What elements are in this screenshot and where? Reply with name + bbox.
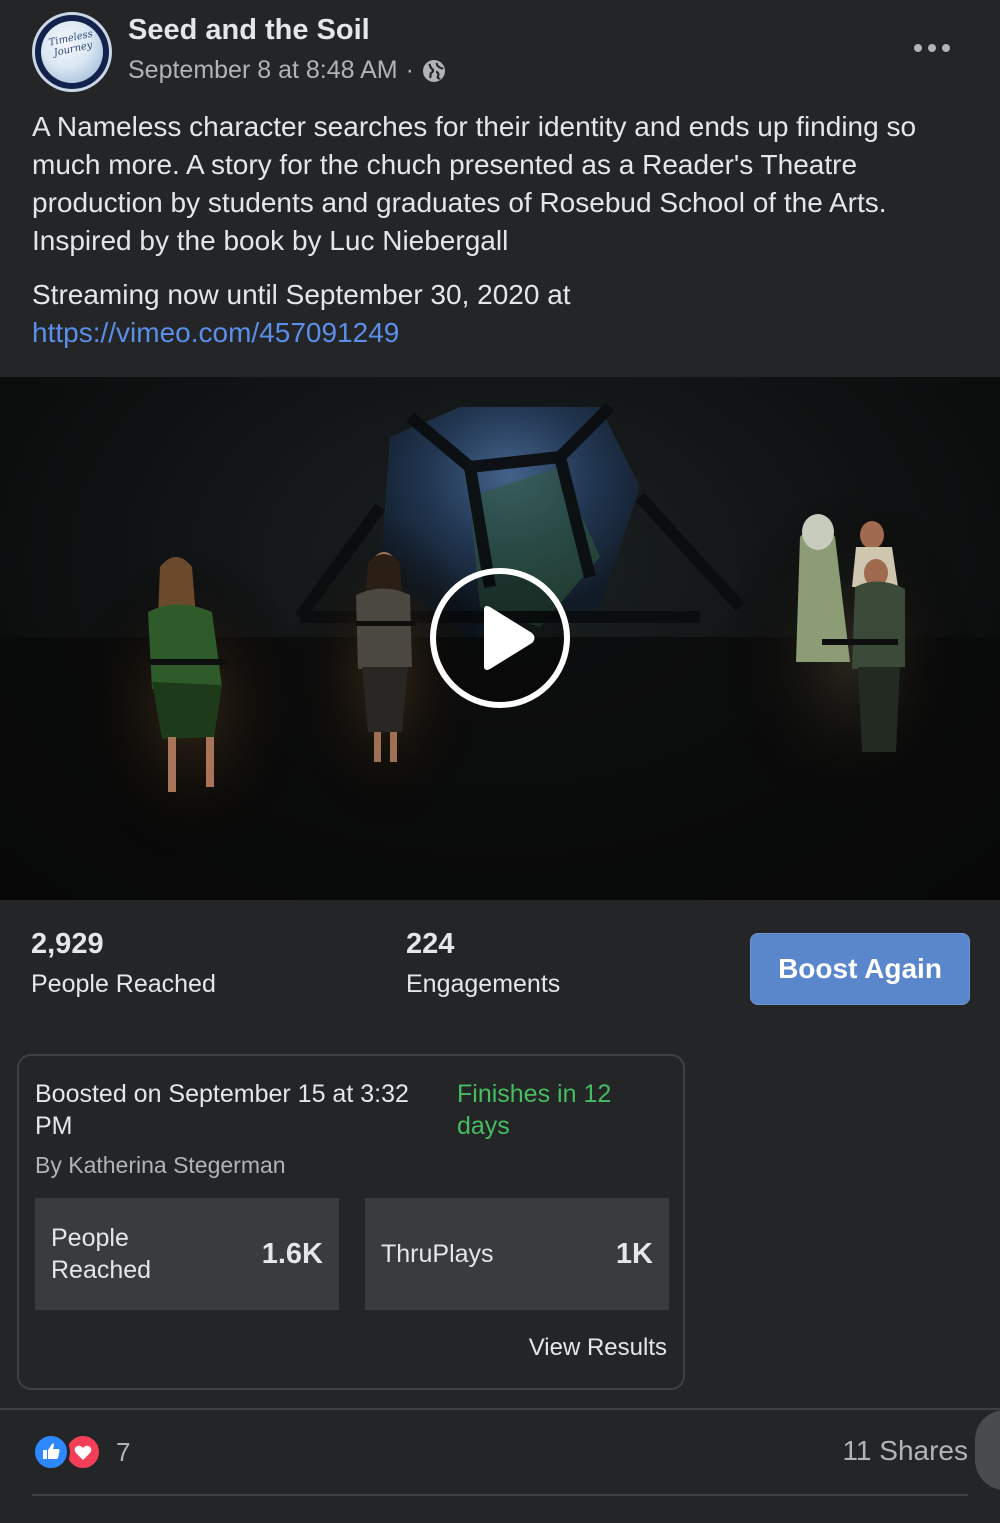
- boost-summary-card: Boosted on September 15 at 3:32 PM Finis…: [17, 1054, 685, 1390]
- meta-separator: ·: [405, 56, 414, 84]
- divider: [32, 1494, 968, 1496]
- page-avatar[interactable]: Timeless Journey: [32, 12, 112, 92]
- boost-status-text: Finishes in 12 days: [457, 1080, 612, 1140]
- metric-label: ThruPlays: [381, 1240, 494, 1268]
- shares-count[interactable]: 11 Shares: [842, 1435, 968, 1467]
- reaction-count: 7: [116, 1436, 131, 1467]
- boosted-on-text: Boosted on September 15 at 3:32 PM: [35, 1080, 409, 1140]
- view-results-link[interactable]: View Results: [529, 1334, 667, 1362]
- people-reached-value: 2,929: [31, 928, 104, 960]
- dot: [942, 44, 950, 52]
- boost-again-button[interactable]: Boost Again: [750, 933, 970, 1005]
- play-icon: [484, 606, 535, 670]
- reactions-summary[interactable]: 7: [32, 1430, 130, 1474]
- like-icon: [32, 1433, 70, 1471]
- scroll-handle[interactable]: [975, 1410, 1000, 1490]
- metric-value: 1K: [615, 1237, 653, 1270]
- post-header: Timeless Journey Seed and the Soil Septem…: [0, 0, 1000, 110]
- post-timestamp[interactable]: September 8 at 8:48 AM: [128, 56, 398, 85]
- engagements-label: Engagements: [406, 970, 561, 998]
- boosted-by-text: By Katherina Stegerman: [35, 1152, 286, 1178]
- dot: [914, 44, 922, 52]
- page-name[interactable]: Seed and the Soil: [128, 14, 370, 47]
- avatar-logo-script: Timeless Journey: [47, 28, 94, 59]
- divider: [0, 1408, 1000, 1410]
- avatar-logo: Timeless Journey: [41, 21, 103, 83]
- post-meta: September 8 at 8:48 AM ·: [128, 56, 446, 85]
- engagements-value: 224: [406, 928, 455, 960]
- post-text-paragraph: Streaming now until September 30, 2020 a…: [32, 276, 977, 352]
- more-options-icon[interactable]: [914, 36, 950, 60]
- globe-icon[interactable]: [422, 59, 446, 83]
- streaming-text: Streaming now until September 30, 2020 a…: [32, 279, 571, 310]
- dot: [928, 44, 936, 52]
- facebook-post: Timeless Journey Seed and the Soil Septem…: [0, 0, 1000, 1523]
- metric-thruplays: ThruPlays 1K: [365, 1198, 669, 1310]
- metric-label: People Reached: [51, 1224, 152, 1284]
- metric-value: 1.6K: [261, 1237, 323, 1270]
- post-text: A Nameless character searches for their …: [32, 108, 977, 352]
- post-text-paragraph: A Nameless character searches for their …: [32, 111, 917, 256]
- metric-people-reached: People Reached 1.6K: [35, 1198, 339, 1310]
- people-reached-label: People Reached: [31, 970, 216, 998]
- vimeo-link[interactable]: https://vimeo.com/457091249: [32, 314, 977, 352]
- play-button[interactable]: [430, 568, 570, 708]
